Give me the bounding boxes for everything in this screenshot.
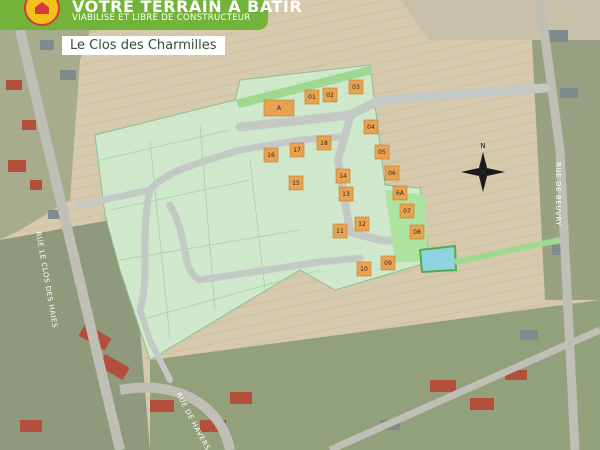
street-label-beuvry: RUE DE BEUVRY: [554, 162, 562, 226]
plot-label-08: 08: [413, 229, 421, 236]
plot-label-18: 18: [320, 140, 328, 147]
plot-label-12: 12: [358, 221, 366, 228]
plot-label-10: 10: [360, 266, 368, 273]
plot-label-13: 13: [342, 191, 350, 198]
banner: VOTRE TERRAIN A BATIR VIABILISE ET LIBRE…: [0, 0, 302, 30]
field-north: [400, 0, 600, 40]
project-title: Le Clos des Charmilles: [62, 36, 225, 55]
retention-basin: [418, 244, 458, 274]
compass-north-label: N: [480, 142, 485, 150]
plot-label-04: 04: [367, 124, 375, 131]
plot-label-11: 11: [336, 228, 344, 235]
house-logo-icon: [24, 0, 60, 26]
plot-label-6a: 6A: [396, 190, 405, 197]
site-plan: A 01 02 03 04 05 06 6A 07 08 09 10 11 12…: [0, 0, 600, 450]
plot-label-02: 02: [326, 92, 334, 99]
plot-label-17: 17: [293, 147, 301, 154]
plot-label-14: 14: [339, 173, 347, 180]
plot-label-06: 06: [388, 170, 396, 177]
plot-label-16: 16: [267, 152, 275, 159]
plot-label-15: 15: [292, 180, 300, 187]
plot-label-09: 09: [384, 260, 392, 267]
plot-label-05: 05: [378, 149, 386, 156]
plot-label-01: 01: [308, 94, 316, 101]
plot-label-07: 07: [403, 208, 411, 215]
banner-subtitle: VIABILISE ET LIBRE DE CONSTRUCTEUR: [72, 13, 251, 23]
aerial-map: A 01 02 03 04 05 06 6A 07 08 09 10 11 12…: [0, 0, 600, 450]
plot-label-03: 03: [352, 84, 360, 91]
